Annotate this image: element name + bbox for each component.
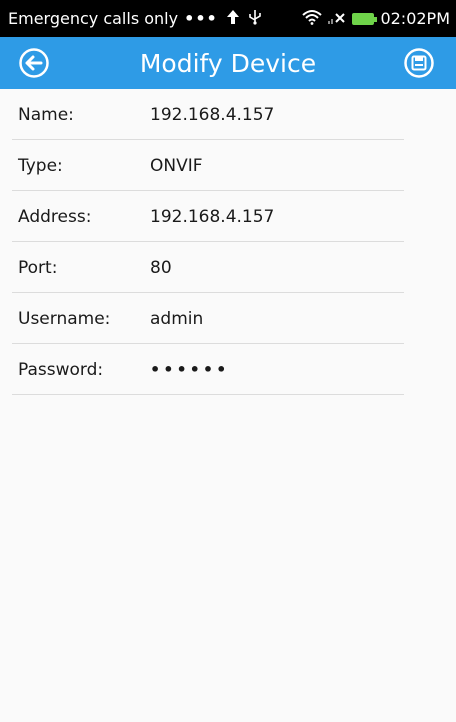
type-label: Type: bbox=[18, 155, 63, 176]
upload-arrow-icon bbox=[226, 9, 240, 29]
status-bar: Emergency calls only ••• 02:02PM bbox=[0, 0, 456, 37]
carrier-status-text: Emergency calls only bbox=[8, 9, 179, 28]
back-button[interactable] bbox=[18, 47, 50, 79]
address-input[interactable]: 192.168.4.157 bbox=[150, 207, 274, 227]
more-notifications-dots: ••• bbox=[184, 9, 218, 28]
name-input[interactable]: 192.168.4.157 bbox=[150, 105, 274, 125]
wifi-icon bbox=[302, 9, 323, 29]
password-row: Password: •••••• bbox=[0, 344, 456, 395]
back-arrow-icon bbox=[19, 48, 49, 78]
address-row: Address: 192.168.4.157 bbox=[0, 191, 456, 242]
username-input[interactable]: admin bbox=[150, 309, 203, 329]
username-row: Username: admin bbox=[0, 293, 456, 344]
username-label: Username: bbox=[18, 308, 111, 329]
status-right-group: 02:02PM bbox=[302, 9, 450, 29]
usb-icon bbox=[248, 9, 262, 29]
status-clock: 02:02PM bbox=[380, 9, 450, 28]
port-row: Port: 80 bbox=[0, 242, 456, 293]
save-icon bbox=[404, 48, 434, 78]
port-input[interactable]: 80 bbox=[150, 258, 172, 278]
app-bar: Modify Device bbox=[0, 37, 456, 89]
page-title: Modify Device bbox=[139, 48, 317, 78]
password-input[interactable]: •••••• bbox=[150, 360, 229, 379]
address-label: Address: bbox=[18, 206, 92, 227]
device-form: Name: 192.168.4.157 Type: ONVIF Address:… bbox=[0, 89, 456, 395]
battery-icon bbox=[352, 12, 378, 25]
type-input[interactable]: ONVIF bbox=[150, 156, 203, 176]
name-label: Name: bbox=[18, 104, 74, 125]
signal-icon bbox=[328, 9, 346, 28]
password-label: Password: bbox=[18, 359, 104, 380]
type-row: Type: ONVIF bbox=[0, 140, 456, 191]
name-row: Name: 192.168.4.157 bbox=[0, 89, 456, 140]
port-label: Port: bbox=[18, 257, 58, 278]
notification-icons bbox=[226, 9, 262, 29]
save-button[interactable] bbox=[403, 47, 435, 79]
